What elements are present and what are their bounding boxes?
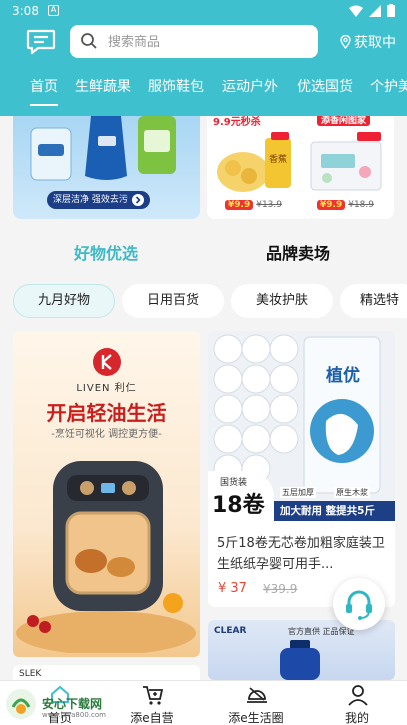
location-label: 获取中 [354,35,396,51]
chip-beauty[interactable]: 美妆护肤 [231,284,333,318]
system-icons [349,4,395,17]
banner-flash-sale[interactable]: 9.9元秒杀 添香闲图家 香蕉 ¥9.9 ¥13.9 ¥9.9 ¥18.9 [207,116,394,219]
flash-item-1-old: ¥13.9 [256,200,282,210]
banner-detergent-caption: 深层洁净 强效去污 [47,191,150,209]
nav-self-operated-label: 添e自营 [130,711,174,725]
tissue-price: ¥ 37 [218,581,247,596]
clear-brand: CLEAR [214,626,247,636]
headset-icon [346,590,372,620]
section-tabs: 好物优选 品牌卖场 [0,240,407,266]
battery-icon [387,4,395,17]
flash-sale-headline: 9.9元秒杀 [213,117,261,128]
section-tab-brands[interactable]: 品牌卖场 [266,240,330,264]
flash-sale-tag: 添香闲图家 [317,116,371,126]
watermark-title: 安心下载网 [42,697,103,711]
user-icon [348,685,368,706]
flash-item-2-old: ¥18.9 [348,200,374,210]
tissue-count-badge: 国货装 18卷 [208,471,274,521]
arrow-right-icon [131,194,144,206]
svg-text:香蕉: 香蕉 [269,153,287,165]
tab-personal-care[interactable]: 个护美 [370,76,407,96]
air-fryer-subline: -烹饪可视化 调控更方便- [51,429,162,440]
search-input[interactable] [108,32,308,52]
tissue-brand: 植优 [326,366,360,386]
category-tabs: 首页 生鲜蔬果 服饰鞋包 运动户外 优选国货 个护美 [0,64,407,116]
nav-profile-label: 我的 [344,711,369,725]
liven-logo-icon [93,348,121,376]
search-box[interactable] [70,25,318,58]
status-time: 3:08 [12,4,39,18]
filter-chips: 九月好物 日用百货 美妆护肤 精选特 [0,284,407,320]
shampoo-bottle-image [280,640,320,680]
flash-sale-header: 9.9元秒杀 添香闲图家 [207,116,394,128]
header-bar: 获取中 [0,22,407,64]
message-icon[interactable] [26,29,56,55]
tab-outdoor[interactable]: 运动户外 [222,76,278,96]
tissue-promo: 加大耐用 整提共5斤 [274,501,395,521]
tissue-count: 18卷 [212,493,265,518]
status-bar: 3:08 A [0,0,407,22]
nav-profile[interactable]: 我的 [317,681,397,725]
watermark-logo-icon [6,689,36,719]
detergent-bottles-image [30,116,176,181]
watermark: 安心下载网 www.java800.com [4,683,114,723]
product-card-tissue[interactable]: 植优 国货装 18卷 五层加厚 原生木浆 加大耐用 整提共5斤 5斤18卷无芯卷… [208,331,395,607]
cart-plus-icon [143,686,164,705]
chip-september-picks[interactable]: 九月好物 [13,284,115,318]
customer-service-button[interactable] [333,578,385,630]
flash-item-2-now: ¥9.9 [317,200,346,210]
chip-daily-goods[interactable]: 日用百货 [122,284,224,318]
watermark-url: www.java800.com [42,711,106,719]
tissue-tag-1: 五层加厚 [280,487,316,498]
tissue-image: 植优 国货装 18卷 五层加厚 原生木浆 加大耐用 整提共5斤 [208,331,395,521]
banner-detergent-caption-text: 深层洁净 强效去污 [53,195,128,205]
wifi-icon [349,5,363,17]
tissue-tag-2: 原生木浆 [334,487,370,498]
tissue-title: 5斤18卷无芯卷加粗家庭装卫生纸纸孕婴可用手... [217,536,385,572]
nav-self-operated[interactable]: 添e自营 [112,681,192,725]
location-pin-icon [340,35,351,49]
tissue-pack-image [310,132,382,191]
tab-domestic[interactable]: 优选国货 [297,76,353,96]
tab-home[interactable]: 首页 [30,76,58,106]
flash-item-2-price: ¥9.9 ¥18.9 [317,200,374,210]
notification-a-icon: A [48,5,59,16]
tab-fresh-produce[interactable]: 生鲜蔬果 [75,76,131,96]
flash-item-1-price: ¥9.9 ¥13.9 [225,200,282,210]
search-icon [81,33,97,49]
banner-detergent[interactable]: 深层洁净 强效去污 [13,116,200,219]
air-fryer-image [16,461,196,653]
location-button[interactable]: 获取中 [340,32,396,52]
flash-item-1-now: ¥9.9 [225,200,254,210]
signal-icon [369,4,381,17]
product-card-air-fryer[interactable]: LIVEN 利仁 开启轻油生活 -烹饪可视化 调控更方便- [13,331,200,657]
slek-brand: SLEK [19,669,42,679]
top-header-area: 3:08 A 获取中 首页 生 [0,0,407,116]
air-fryer-brand: LIVEN 利仁 [76,383,137,394]
tissue-old-price: ¥39.9 [263,582,298,596]
air-fryer-headline: 开启轻油生活 [46,401,167,425]
tab-apparel[interactable]: 服饰鞋包 [148,76,204,96]
chip-selected[interactable]: 精选特 [340,284,407,318]
nav-life-circle[interactable]: 添e生活圈 [216,681,296,725]
banana-chips-image: 香蕉 [217,132,291,192]
section-tab-featured[interactable]: 好物优选 [74,240,138,264]
food-dome-icon [247,687,267,703]
nav-life-circle-label: 添e生活圈 [228,711,284,725]
